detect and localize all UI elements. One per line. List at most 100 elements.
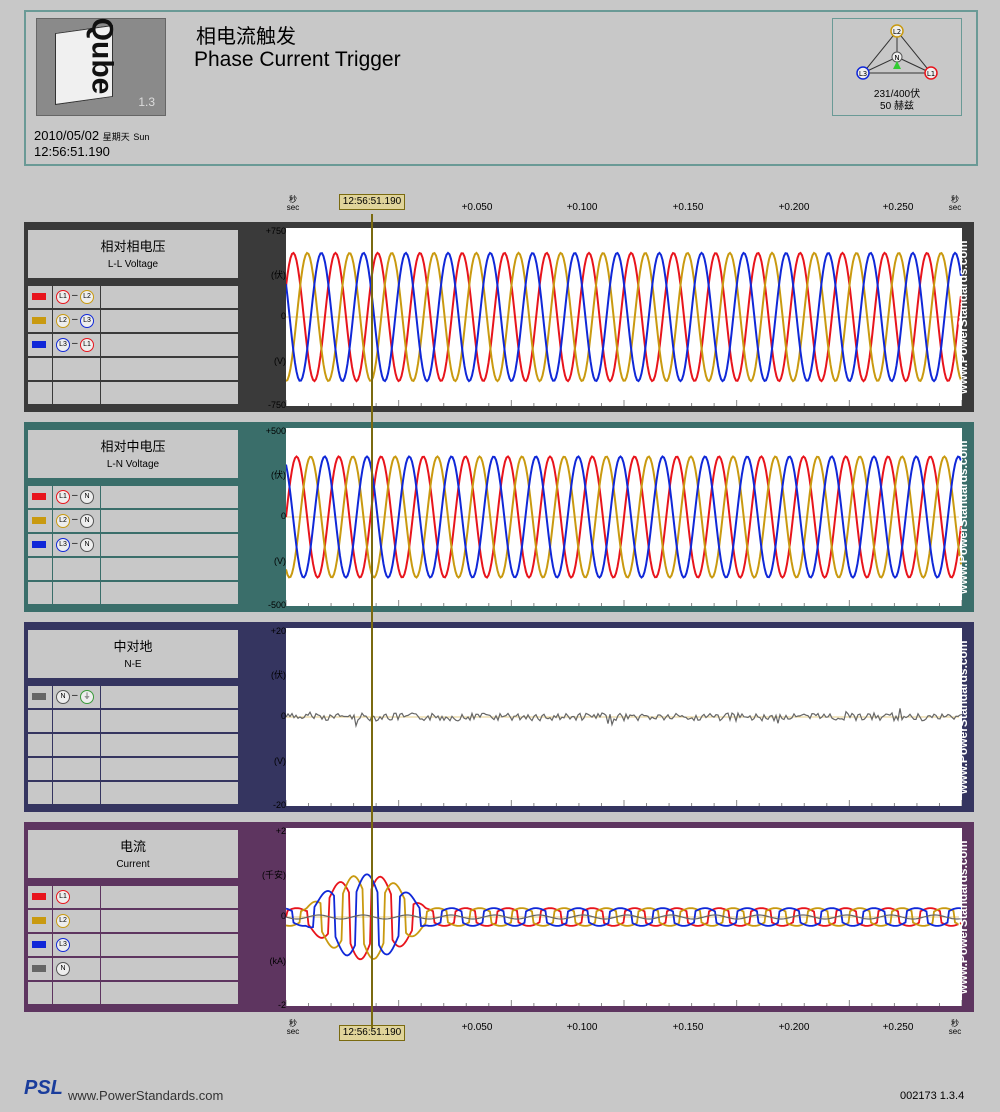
tick-label: +0.200 <box>778 202 810 213</box>
cursor-time-top[interactable]: 12:56:51.190 <box>339 194 405 210</box>
series-swatch <box>32 965 46 972</box>
legend-row[interactable]: L2– L3 <box>28 310 238 332</box>
report-header: Qube 1.3 相电流触发 Phase Current Trigger 201… <box>24 10 978 166</box>
watermark: www.PowerStandards.com <box>956 640 970 794</box>
legend-row[interactable]: L3– N <box>28 534 238 556</box>
legend-row <box>28 382 238 404</box>
y-min-label: -750 <box>267 400 286 410</box>
y-max-label: +500 <box>265 426 286 436</box>
legend-row <box>28 582 238 604</box>
waveform-plot[interactable] <box>286 628 962 806</box>
legend-row <box>28 734 238 756</box>
phase-chip-l2: L2 <box>80 290 94 304</box>
phase-chip-l2: L2 <box>56 314 70 328</box>
series-swatch <box>32 293 46 300</box>
panel-title-cn: 相对中电压 <box>100 439 166 454</box>
legend-row[interactable]: N <box>28 958 238 980</box>
weekday-cn: 星期天 <box>102 132 130 142</box>
axis-end-sec: 秒 sec <box>948 195 962 212</box>
watermark: www.PowerStandards.com <box>956 440 970 594</box>
legend-row[interactable]: L2– N <box>28 510 238 532</box>
logo-text: Qube <box>85 17 119 95</box>
waveform-plot[interactable] <box>286 828 962 1006</box>
y-max-label: +2 <box>275 826 286 836</box>
legend-row[interactable]: L3 <box>28 934 238 956</box>
footer-url[interactable]: www.PowerStandards.com <box>68 1088 223 1103</box>
page-title-en: Phase Current Trigger <box>194 48 401 71</box>
legend-row <box>28 982 238 1004</box>
panel-title-en: N-E <box>124 659 142 670</box>
phase-chip-l1: L1 <box>56 890 70 904</box>
y-zero-label: 0 <box>280 311 286 321</box>
series-swatch <box>32 341 46 348</box>
legend-row <box>28 782 238 804</box>
phase-diagram: L2 N L3 L1 231/400伏 50 赫兹 <box>832 18 962 116</box>
ground-icon <box>893 61 901 69</box>
panel-title-cn: 中对地 <box>113 639 153 654</box>
phase-label-l3: L3 <box>859 70 867 78</box>
time-cursor-line[interactable] <box>371 214 373 1028</box>
panel-title: 相对相电压 L-L Voltage <box>28 230 238 278</box>
y-min-label: -500 <box>267 600 286 610</box>
legend-row <box>28 710 238 732</box>
waveform-panel: 相对中电压 L-N Voltage L1– N L2– N L3– N +500 (伏) 0 (V)… <box>24 422 974 612</box>
phase-chip-l1: L1 <box>80 338 94 352</box>
series-swatch <box>32 893 46 900</box>
y-unit-cn: (伏) <box>271 669 286 680</box>
y-zero-label: 0 <box>280 511 286 521</box>
phase-chip-l3: L3 <box>56 538 70 552</box>
legend-row <box>28 558 238 580</box>
y-unit-cn: (伏) <box>271 469 286 480</box>
series-swatch <box>32 693 46 700</box>
y-zero-label: 0 <box>280 911 286 921</box>
axis-start-sec: 秒 sec <box>286 195 300 212</box>
y-unit-cn: (千安) <box>262 869 286 880</box>
qube-logo: Qube 1.3 <box>36 18 166 116</box>
panel-title-cn: 电流 <box>119 839 146 854</box>
y-max-label: +750 <box>265 226 286 236</box>
legend-row[interactable]: L3– L1 <box>28 334 238 356</box>
legend-row <box>28 358 238 380</box>
phase-chip-l2: L2 <box>56 514 70 528</box>
waveform-plot[interactable] <box>286 228 962 406</box>
tick-label: +0.250 <box>882 1022 914 1033</box>
panel-title: 中对地 N-E <box>28 630 238 678</box>
page-title-cn: 相电流触发 <box>196 24 296 48</box>
phase-chip-l3: L3 <box>56 338 70 352</box>
axis-end-sec: 秒 sec <box>948 1019 962 1036</box>
phase-triangle-icon: L2 N L3 L1 <box>856 24 938 80</box>
phase-chip-l3: L3 <box>56 938 70 952</box>
event-date: 2010/05/02 星期天 Sun <box>34 128 149 143</box>
panel-title-cn: 相对相电压 <box>100 239 166 254</box>
legend-row[interactable]: L1– N <box>28 486 238 508</box>
waveform-panel: 中对地 N-E N – ⏚ +20 (伏) 0 (V) -20 www.PowerStandard… <box>24 622 974 812</box>
legend-row[interactable]: L1 <box>28 886 238 908</box>
series-swatch <box>32 517 46 524</box>
phase-chip-n: N <box>56 690 70 704</box>
tick-label: +0.100 <box>566 1022 598 1033</box>
waveform-plot[interactable] <box>286 428 962 606</box>
series-swatch <box>32 541 46 548</box>
panel-title: 电流 Current <box>28 830 238 878</box>
watermark: www.PowerStandards.com <box>956 240 970 394</box>
legend-row[interactable]: L2 <box>28 910 238 932</box>
panel-title-en: Current <box>116 859 150 870</box>
nominal-rating: 231/400伏 50 赫兹 <box>833 89 961 113</box>
legend-row[interactable]: N – ⏚ <box>28 686 238 708</box>
tick-label: +0.100 <box>566 202 598 213</box>
tick-label: +0.150 <box>672 202 704 213</box>
phase-label-l2: L2 <box>893 28 901 36</box>
legend-row[interactable]: L1– L2 <box>28 286 238 308</box>
waveform-panel: 相对相电压 L-L Voltage L1– L2 L2– L3 L3– L1 +750 (伏) 0… <box>24 222 974 412</box>
panel-title: 相对中电压 L-N Voltage <box>28 430 238 478</box>
waveform-panel: 电流 Current L1 L2 L3 N +2 (千安) 0 (kA) -2 www.PowerS… <box>24 822 974 1012</box>
y-min-label: -20 <box>272 800 286 810</box>
y-min-label: -2 <box>277 1000 286 1010</box>
series-swatch <box>32 317 46 324</box>
y-unit-cn: (伏) <box>271 269 286 280</box>
axis-start-sec: 秒 sec <box>286 1019 300 1036</box>
y-unit-en: (kA) <box>269 955 287 966</box>
tick-label: +0.250 <box>882 202 914 213</box>
phase-chip-l3: L3 <box>80 314 94 328</box>
phase-label-l1: L1 <box>927 70 935 78</box>
